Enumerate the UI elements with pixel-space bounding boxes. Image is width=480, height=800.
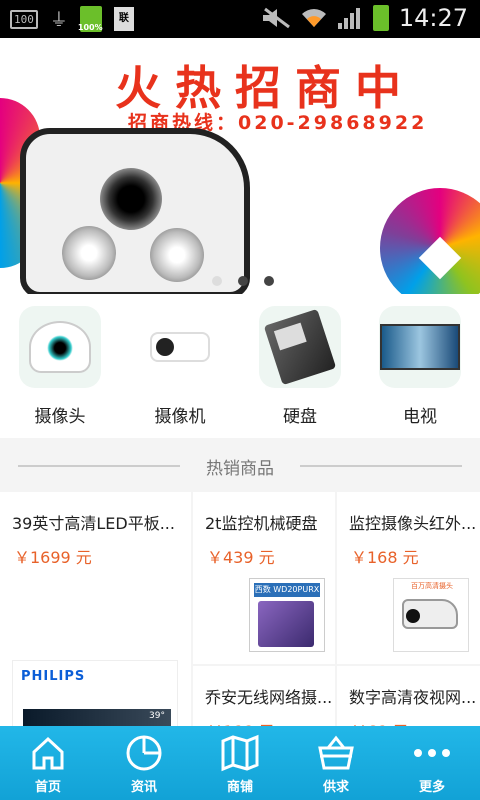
category-hard-drive[interactable]: 硬盘	[240, 294, 360, 438]
category-tv[interactable]: 电视	[360, 294, 480, 438]
battery-notification-label: 100%	[77, 23, 103, 32]
signal-icon	[337, 8, 360, 29]
tab-home[interactable]: 首页	[0, 726, 96, 800]
tv-wall-icon	[379, 306, 461, 388]
category-row: 摄像头 摄像机 硬盘 电视	[0, 294, 480, 438]
camera-ir-led-left	[62, 226, 116, 280]
category-label: 硬盘	[283, 407, 317, 427]
divider-right	[300, 465, 462, 467]
bullet-camera-icon	[139, 306, 221, 388]
product-price: ￥188 元	[207, 718, 275, 726]
carousel-dot-1[interactable]	[212, 276, 222, 286]
product-price: ￥439 元	[207, 548, 275, 567]
product-price: ￥1699 元	[14, 548, 92, 567]
category-label: 电视	[403, 407, 437, 427]
product-image: PHILIPS 39°	[12, 660, 178, 726]
tv-brand-logo: PHILIPS	[21, 669, 86, 684]
tab-news[interactable]: 资讯	[96, 726, 192, 800]
document-notification-icon: 联	[113, 7, 134, 31]
usb-icon: ⏚	[49, 10, 68, 31]
product-image: 百万高清摄头	[393, 578, 469, 652]
camera-ir-led-right	[150, 228, 204, 282]
tv-screen: 39°	[23, 709, 171, 726]
product-card-night-vision-camera[interactable]: 数字高清夜视网... ￥68 元	[337, 666, 480, 726]
product-name: 数字高清夜视网...	[349, 688, 477, 707]
home-icon	[32, 736, 64, 770]
tab-more[interactable]: 更多	[384, 726, 480, 800]
product-card-hdd[interactable]: 2t监控机械硬盘 ￥439 元 西数 WD20PURX	[193, 492, 335, 664]
tv-screen-temperature: 39°	[149, 711, 165, 721]
tab-shops[interactable]: 商铺	[192, 726, 288, 800]
category-label: 摄像机	[154, 407, 206, 427]
battery-icon	[372, 5, 389, 31]
wifi-icon	[301, 9, 326, 27]
decorative-petals-right	[380, 188, 480, 294]
product-image-label: 百万高清摄头	[411, 582, 453, 590]
bottom-tab-bar: 首页 资讯 商铺 供求 更多	[0, 726, 480, 800]
hard-drive-picture	[258, 601, 314, 647]
promo-banner[interactable]: 火热招商中 招商热线：020-29868922	[0, 38, 480, 294]
product-image: 西数 WD20PURX	[249, 578, 325, 652]
category-bullet-camera[interactable]: 摄像机	[120, 294, 240, 438]
product-name: 监控摄像头红外...	[349, 514, 477, 533]
camera-lens	[406, 609, 420, 623]
product-card-tv[interactable]: 39英寸高清LED平板... ￥1699 元 PHILIPS 39°	[0, 492, 191, 726]
hot-section-header: 热销商品	[0, 438, 480, 492]
map-icon	[221, 734, 259, 772]
product-name: 2t监控机械硬盘	[205, 514, 318, 533]
product-card-ir-camera[interactable]: 监控摄像头红外... ￥168 元 百万高清摄头	[337, 492, 480, 664]
product-price: ￥168 元	[351, 548, 419, 567]
tab-label: 首页	[34, 780, 61, 795]
carousel-dot-2[interactable]	[238, 276, 248, 286]
tab-label: 更多	[418, 780, 445, 795]
pie-chart-icon	[126, 735, 162, 771]
mute-icon	[262, 7, 290, 29]
product-name: 39英寸高清LED平板...	[12, 514, 175, 533]
tab-label: 商铺	[226, 780, 253, 795]
clock: 14:27	[398, 4, 468, 32]
battery-notification-icon: 100%	[77, 6, 103, 32]
tab-supply-demand[interactable]: 供求	[288, 726, 384, 800]
product-price: ￥68 元	[351, 718, 408, 726]
notification-count-icon: 100	[10, 9, 38, 29]
status-bar: 100 ⏚ 100% 联 14:27	[0, 0, 480, 38]
carousel-indicator	[212, 276, 274, 286]
tab-label: 资讯	[130, 780, 157, 795]
dome-camera-icon	[19, 306, 101, 388]
hard-drive-icon	[259, 306, 341, 388]
product-image-label: 西数 WD20PURX	[254, 583, 320, 597]
basket-icon	[318, 735, 354, 770]
category-label: 摄像头	[34, 407, 86, 427]
category-dome-camera[interactable]: 摄像头	[0, 294, 120, 438]
product-name: 乔安无线网络摄...	[205, 688, 333, 707]
camera-lens	[100, 168, 162, 230]
tab-label: 供求	[322, 780, 349, 795]
carousel-dot-3[interactable]	[264, 276, 274, 286]
more-icon	[414, 749, 450, 757]
product-card-wireless-camera[interactable]: 乔安无线网络摄... ￥188 元	[193, 666, 335, 726]
